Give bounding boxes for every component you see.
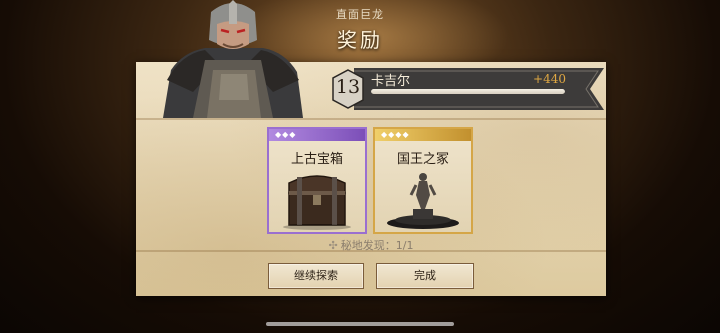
secret-found-label: 秘地发现：1/1 <box>340 239 414 252</box>
rarity-gems: ◆◆◆ <box>275 130 297 139</box>
hero-name: 卡吉尔 <box>371 74 411 89</box>
rarity-gems: ◆◆◆◆ <box>381 130 410 139</box>
hero-portrait <box>163 0 303 118</box>
xp-bar <box>371 89 565 94</box>
panel-fold-line <box>136 118 606 120</box>
treasure-chest-icon <box>283 175 351 230</box>
compass-star-icon: ✣ <box>328 239 338 252</box>
xp-bar-fill <box>371 89 565 94</box>
screen-subtitle: 直面巨龙 <box>336 8 384 21</box>
reward-card-legendary[interactable]: ◆◆◆◆ 国王之冢 <box>373 127 473 234</box>
hero-level: 13 <box>335 76 361 98</box>
home-indicator[interactable] <box>266 322 454 326</box>
rarity-strip: ◆◆◆◆ <box>375 129 471 141</box>
screen-title: 奖励 <box>337 28 383 52</box>
king-statue-icon <box>387 173 459 229</box>
reward-card-epic[interactable]: ◆◆◆ 上古宝箱 <box>267 127 367 234</box>
rarity-strip: ◆◆◆ <box>269 129 365 141</box>
continue-explore-button[interactable]: 继续探索 <box>268 263 364 289</box>
done-button[interactable]: 完成 <box>376 263 474 289</box>
secret-found-counter: ✣ 秘地发现：1/1 <box>0 237 720 253</box>
xp-gain: +440 <box>533 72 566 86</box>
